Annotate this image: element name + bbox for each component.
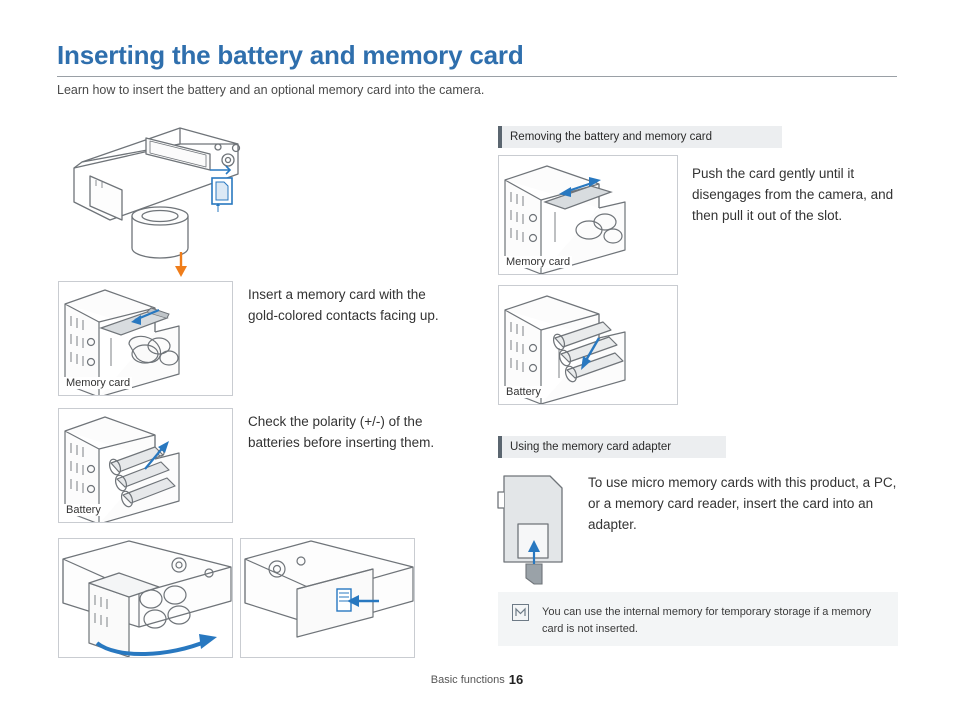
figure-remove-battery: Battery [498, 285, 678, 405]
figure-cover-close [240, 538, 415, 658]
figure-cover-open [58, 538, 233, 658]
page-subtitle: Learn how to insert the battery and an o… [57, 83, 485, 97]
section-heading-adapter: Using the memory card adapter [498, 436, 726, 458]
figure-label-battery: Battery [64, 504, 103, 516]
note-pencil-icon [512, 604, 529, 621]
paragraph-check-polarity: Check the polarity (+/-) of the batterie… [248, 414, 435, 450]
paragraph-insert-memory-card: Insert a memory card with the gold-color… [248, 287, 439, 323]
paragraph-adapter: To use micro memory cards with this prod… [588, 475, 897, 532]
figure-label-remove-battery: Battery [504, 386, 543, 398]
section-heading-removing: Removing the battery and memory card [498, 126, 782, 148]
title-divider [57, 76, 897, 77]
paragraph-remove-card: Push the card gently until it disengages… [692, 166, 894, 223]
figure-memory-card-adapter [496, 466, 582, 586]
manual-page: Inserting the battery and memory card Le… [0, 0, 954, 720]
figure-label-remove-memory-card: Memory card [504, 256, 573, 268]
figure-label-memory-card: Memory card [64, 377, 133, 389]
page-number: 16 [508, 672, 524, 687]
figure-battery-insert: Battery [58, 408, 233, 523]
footer-section-label: Basic functions [430, 674, 505, 686]
figure-remove-memory-card: Memory card [498, 155, 678, 275]
figure-memory-card-insert: Memory card [58, 281, 233, 396]
page-footer: Basic functions 16 [0, 672, 954, 687]
figure-camera-body [60, 120, 290, 260]
page-title: Inserting the battery and memory card [57, 40, 524, 70]
note-box: You can use the internal memory for temp… [498, 592, 898, 646]
orange-down-arrow-icon [172, 252, 190, 278]
note-text: You can use the internal memory for temp… [542, 606, 872, 635]
